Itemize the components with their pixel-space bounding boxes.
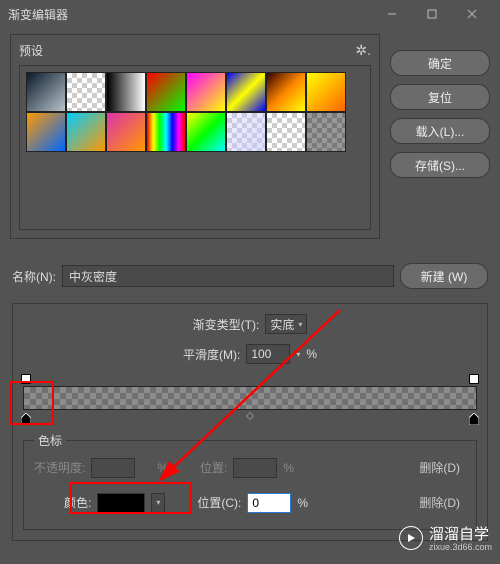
chevron-down-icon[interactable]: ▾ bbox=[151, 493, 165, 513]
preset-swatch[interactable] bbox=[106, 72, 146, 112]
reset-button[interactable]: 复位 bbox=[390, 84, 490, 110]
watermark-domain: zixue.3d66.com bbox=[429, 542, 492, 552]
name-label: 名称(N): bbox=[12, 268, 56, 285]
delete-button: 删除(D) bbox=[413, 457, 466, 478]
preset-swatch[interactable] bbox=[226, 112, 266, 152]
name-input[interactable] bbox=[62, 265, 394, 287]
color-stop[interactable] bbox=[21, 412, 31, 424]
stops-group: 色标 不透明度: % 位置: % 删除(D) 颜色: ▾ 位置(C): bbox=[23, 440, 477, 530]
opacity-stop[interactable] bbox=[469, 374, 479, 384]
chevron-down-icon[interactable]: ▾ bbox=[296, 350, 300, 359]
presets-panel: 预设 ✲. bbox=[10, 34, 380, 239]
percent-label: % bbox=[297, 496, 308, 510]
window-title: 渐变编辑器 bbox=[8, 6, 372, 23]
gradient-bar[interactable] bbox=[23, 386, 477, 410]
stops-group-label: 色标 bbox=[34, 432, 66, 449]
smoothness-label: 平滑度(M): bbox=[183, 346, 240, 363]
watermark: 溜溜自学 zixue.3d66.com bbox=[399, 523, 492, 552]
preset-swatch[interactable] bbox=[106, 112, 146, 152]
position-label: 位置: bbox=[200, 459, 227, 476]
close-button[interactable] bbox=[452, 0, 492, 28]
position-input bbox=[233, 458, 277, 478]
gradient-type-label: 渐变类型(T): bbox=[193, 316, 260, 333]
percent-label: % bbox=[283, 461, 294, 475]
preset-swatch[interactable] bbox=[26, 72, 66, 112]
new-button[interactable]: 新建 (W) bbox=[400, 263, 488, 289]
ok-button[interactable]: 确定 bbox=[390, 50, 490, 76]
opacity-label: 不透明度: bbox=[34, 459, 85, 476]
position-c-label: 位置(C): bbox=[197, 494, 241, 511]
watermark-brand: 溜溜自学 bbox=[429, 526, 489, 543]
opacity-input bbox=[91, 458, 135, 478]
preset-swatch[interactable] bbox=[26, 112, 66, 152]
maximize-button[interactable] bbox=[412, 0, 452, 28]
window-controls bbox=[372, 0, 492, 28]
gradient-editor[interactable] bbox=[23, 374, 477, 424]
chevron-down-icon: ▾ bbox=[298, 320, 302, 329]
preset-swatch[interactable] bbox=[226, 72, 266, 112]
titlebar: 渐变编辑器 bbox=[0, 0, 500, 28]
preset-swatch[interactable] bbox=[66, 112, 106, 152]
opacity-stop[interactable] bbox=[21, 374, 31, 384]
percent-label: % bbox=[306, 347, 317, 361]
preset-swatch[interactable] bbox=[306, 72, 346, 112]
preset-swatch[interactable] bbox=[186, 112, 226, 152]
preset-swatch[interactable] bbox=[186, 72, 226, 112]
smoothness-input[interactable] bbox=[246, 344, 290, 364]
percent-label: % bbox=[157, 461, 168, 475]
color-label: 颜色: bbox=[64, 494, 91, 511]
preset-swatch[interactable] bbox=[146, 72, 186, 112]
preset-swatch[interactable] bbox=[66, 72, 106, 112]
play-icon bbox=[399, 526, 423, 550]
preset-swatch[interactable] bbox=[146, 112, 186, 152]
preset-swatch[interactable] bbox=[266, 112, 306, 152]
minimize-button[interactable] bbox=[372, 0, 412, 28]
presets-label: 预设 bbox=[19, 42, 43, 59]
color-stop[interactable] bbox=[469, 412, 479, 424]
preset-swatch[interactable] bbox=[266, 72, 306, 112]
gradient-type-select[interactable]: 实底 ▾ bbox=[265, 314, 307, 334]
load-button[interactable]: 载入(L)... bbox=[390, 118, 490, 144]
save-button[interactable]: 存储(S)... bbox=[390, 152, 490, 178]
color-chip[interactable] bbox=[97, 493, 145, 513]
gradient-panel: 渐变类型(T): 实底 ▾ 平滑度(M): ▾ % bbox=[12, 303, 488, 541]
presets-grid[interactable] bbox=[19, 65, 371, 230]
position-c-input[interactable] bbox=[247, 493, 291, 513]
midpoint-handle[interactable] bbox=[246, 412, 254, 420]
delete-button: 删除(D) bbox=[413, 492, 466, 513]
preset-swatch[interactable] bbox=[306, 112, 346, 152]
gear-icon[interactable]: ✲. bbox=[355, 42, 371, 59]
